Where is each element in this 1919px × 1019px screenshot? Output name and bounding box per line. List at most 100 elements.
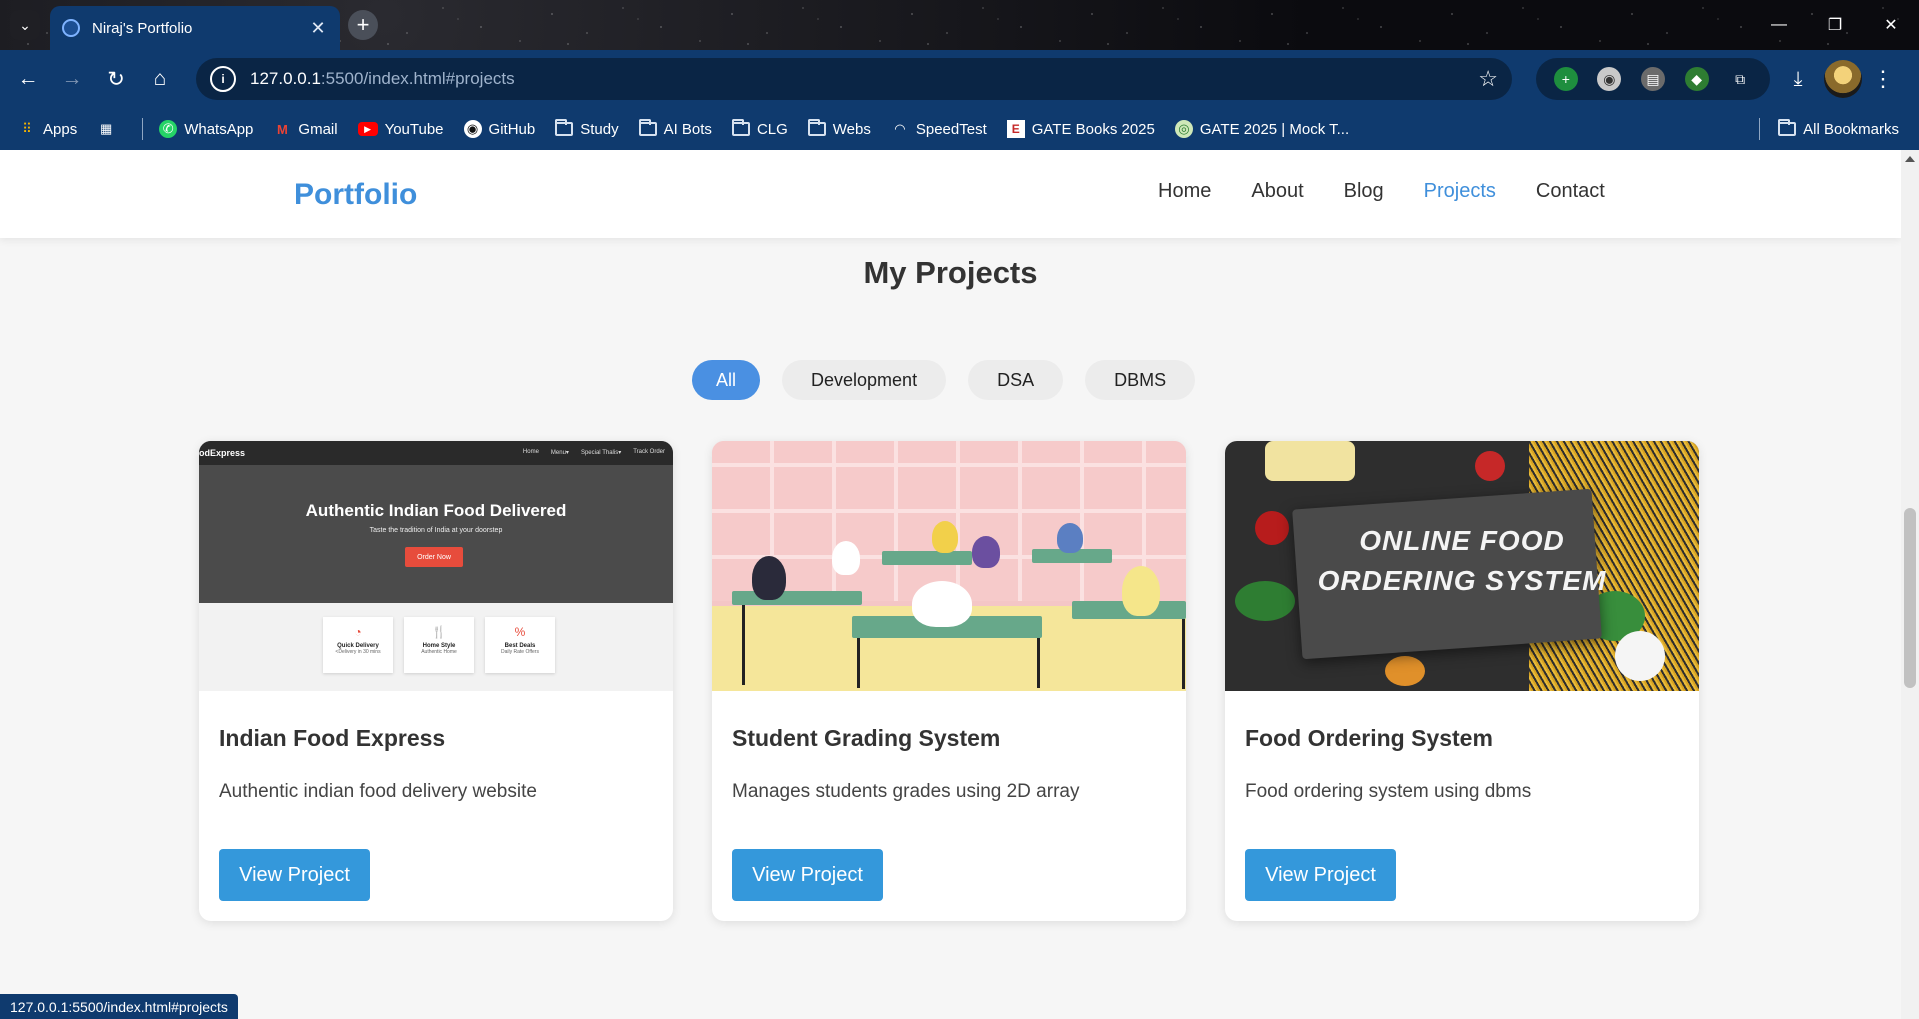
thumb-menu-item: Home [522,449,539,455]
home-icon: ⌂ [153,67,167,90]
project-description: Food ordering system using dbms [1245,781,1532,802]
reload-button[interactable]: ↻ [94,57,138,101]
all-bookmarks-label: All Bookmarks [1803,120,1899,138]
egg-decoration [1615,631,1665,681]
student [932,521,958,553]
project-filters: All Development DSA DBMS [692,360,1196,400]
bookmark-label: GATE 2025 | Mock T... [1199,120,1350,138]
bookmark-label: SpeedTest [915,120,987,138]
nav-home[interactable]: Home [1158,180,1211,203]
thumb-hero: odExpress Home Menu▾ Special Thalis▾ Tra… [199,441,673,603]
thumb-cta: Order Now [405,547,463,567]
tab-search-button[interactable]: ⌄ [10,10,40,40]
thumb-feature-sub: <Delivery in 30 mins [335,649,381,655]
nav-projects[interactable]: Projects [1424,180,1496,203]
page-scrollbar[interactable] [1901,150,1919,1019]
view-project-button[interactable]: View Project [1245,849,1396,901]
gate-mock-icon: ◎ [1174,120,1193,138]
project-thumbnail-classroom [712,441,1186,691]
profile-avatar[interactable] [1824,60,1862,98]
bookmark-grid[interactable]: ▦ [97,120,122,138]
filter-all[interactable]: All [692,360,761,400]
site-info-icon[interactable]: i [210,66,236,92]
apps-grid-icon: ⠿ [22,121,32,136]
kebab-menu-icon[interactable]: ⋮ [1868,59,1898,99]
filter-dsa[interactable]: DSA [968,360,1064,400]
bookmark-apps[interactable]: ⠿ Apps [18,120,77,138]
whatsapp-icon: ✆ [159,120,178,138]
page-viewport: Portfolio Home About Blog Projects Conta… [0,150,1901,1019]
project-title: Food Ordering System [1245,725,1493,751]
scrollbar-thumb[interactable] [1904,508,1916,688]
extension-leaf-icon[interactable]: ◆ [1684,67,1709,91]
bookmark-separator [1759,118,1761,140]
bookmark-whatsapp[interactable]: ✆ WhatsApp [159,120,253,138]
all-bookmarks[interactable]: All Bookmarks [1759,108,1899,150]
filter-dbms[interactable]: DBMS [1085,360,1196,400]
chair-leg [1037,638,1040,688]
extensions-puzzle-icon[interactable]: ⧉ [1728,67,1752,91]
nav-about[interactable]: About [1251,180,1303,203]
site-brand[interactable]: Portfolio [294,178,417,212]
home-button[interactable]: ⌂ [138,57,182,101]
clock-icon: ◔ [354,625,362,639]
extension-plus-icon[interactable]: + [1553,67,1578,91]
bookmark-gate-books[interactable]: E GATE Books 2025 [1006,120,1155,138]
forward-button[interactable]: → [50,57,94,101]
view-project-button[interactable]: View Project [219,849,370,901]
thumb-feature-sub: Daily Rate Offers [501,649,539,655]
close-tab-icon[interactable]: ✕ [308,18,328,39]
student [752,556,786,600]
url-path: :5500/index.html#projects [320,69,515,88]
extension-face-icon[interactable]: ◉ [1597,67,1622,91]
butter-decoration [1265,441,1355,481]
nav-contact[interactable]: Contact [1536,180,1605,203]
spice-decoration [1385,656,1425,686]
close-window-button[interactable]: ✕ [1863,0,1919,50]
bookmark-gmail[interactable]: M Gmail [273,120,338,138]
chair-leg [1182,619,1185,689]
chevron-down-icon: ⌄ [19,16,31,33]
bookmark-ai-bots[interactable]: AI Bots [638,119,712,138]
bookmark-label: Study [580,120,619,138]
bookmark-webs[interactable]: Webs [807,119,871,138]
filter-development[interactable]: Development [782,360,947,400]
address-bar[interactable]: i 127.0.0.1:5500/index.html#projects ☆ [196,58,1512,100]
arrow-left-icon: ← [17,67,39,90]
view-project-button[interactable]: View Project [732,849,883,901]
youtube-icon: ▶ [357,122,378,136]
chair-leg [742,605,745,685]
thumb-navbar: odExpress Home Menu▾ Special Thalis▾ Tra… [199,441,673,465]
student [972,536,1000,568]
thumb3-line: ORDERING SYSTEM [1317,565,1607,596]
project-description: Manages students grades using 2D array [732,781,1080,802]
bookmark-study[interactable]: Study [555,119,619,138]
bookmark-github[interactable]: ◉ GitHub [463,120,535,138]
nav-blog[interactable]: Blog [1344,180,1384,203]
project-card: odExpress Home Menu▾ Special Thalis▾ Tra… [199,441,673,921]
bookmark-clg[interactable]: CLG [731,119,788,138]
bookmark-gate-mock[interactable]: ◎ GATE 2025 | Mock T... [1174,120,1350,138]
download-icon[interactable]: ⤓ [1778,59,1818,99]
student [912,581,972,627]
restore-button[interactable]: ❐ [1807,0,1863,50]
bookmark-label: YouTube [384,120,444,138]
bookmark-label: WhatsApp [184,120,254,138]
tab-active[interactable]: Niraj's Portfolio ✕ [50,6,340,50]
grid-icon: ▦ [100,121,113,136]
tab-title: Niraj's Portfolio [92,19,193,37]
bookmark-youtube[interactable]: ▶ YouTube [357,120,444,138]
scroll-up-arrow-icon[interactable] [1905,156,1915,162]
bookmark-speedtest[interactable]: ◠ SpeedTest [891,120,987,138]
new-tab-button[interactable]: + [348,10,378,40]
desk [732,591,862,605]
minimize-button[interactable]: — [1751,0,1807,50]
extension-printer-icon[interactable]: ▤ [1640,67,1665,91]
back-button[interactable]: ← [6,57,50,101]
bookmark-label: AI Bots [663,120,712,138]
speedtest-icon: ◠ [894,121,906,136]
chair-leg [857,638,860,688]
project-card: ONLINE FOOD ORDERING SYSTEM Food Orderin… [1225,441,1699,921]
thumb-menu-item: Special Thalis▾ [580,450,622,456]
bookmark-star-icon[interactable]: ☆ [1478,66,1498,92]
